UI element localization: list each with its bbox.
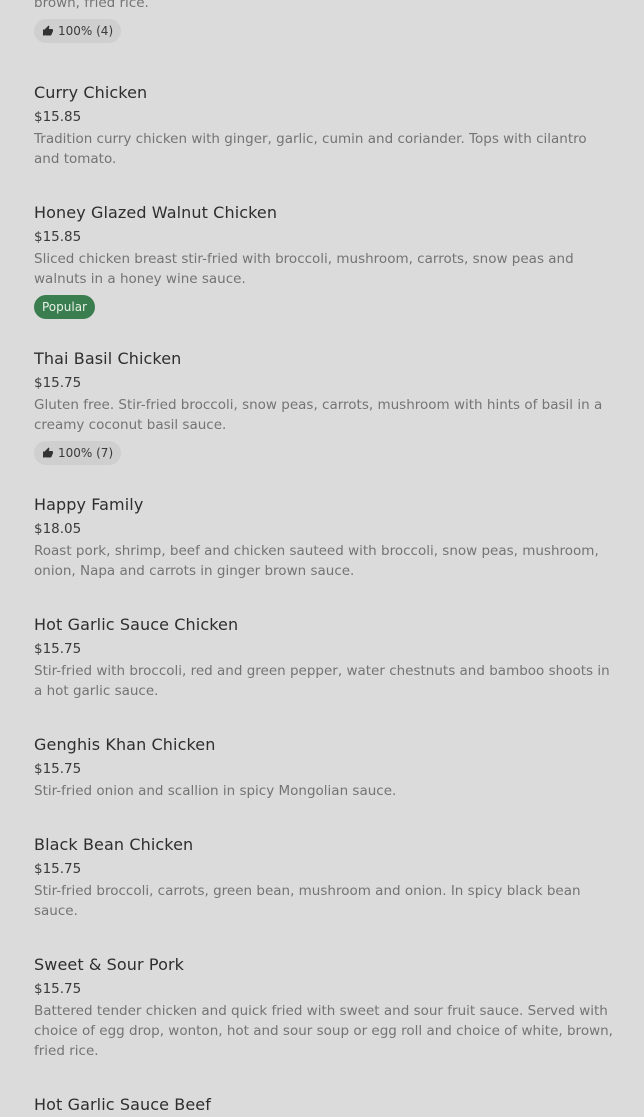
item-description: Stir-fried broccoli, carrots, green bean… [34, 883, 581, 919]
item-name: Thai Basil Chicken [34, 349, 182, 368]
menu-item[interactable]: Sweet & Sour Pork $15.75 Battered tender… [34, 953, 616, 1061]
item-price: $15.85 [34, 229, 82, 245]
item-price: $15.75 [34, 981, 82, 997]
menu-item[interactable]: Hot Garlic Sauce Chicken $15.75 Stir-fri… [34, 613, 616, 701]
menu-item[interactable]: Hot Garlic Sauce Beef [34, 1093, 616, 1117]
rating-badge: 100% (4) [34, 19, 122, 43]
item-price: $18.05 [34, 521, 82, 537]
item-description: Stir-fried onion and scallion in spicy M… [34, 783, 397, 799]
item-name: Sweet & Sour Pork [34, 955, 185, 974]
item-name: Curry Chicken [34, 83, 148, 102]
item-description: Roast pork, shrimp, beef and chicken sau… [34, 543, 599, 579]
rating-badge: 100% (7) [34, 441, 122, 465]
menu-item[interactable]: Honey Glazed Walnut Chicken $15.85 Slice… [34, 201, 616, 319]
item-description: brown, fried rice. [34, 0, 149, 11]
menu-item[interactable]: brown, fried rice. 100% (4) [34, 0, 616, 59]
menu-item[interactable]: Black Bean Chicken $15.75 Stir-fried bro… [34, 833, 616, 921]
rating-text: 100% (7) [58, 446, 114, 460]
item-description: Sliced chicken breast stir-fried with br… [34, 251, 574, 287]
menu-item[interactable]: Curry Chicken $15.85 Tradition curry chi… [34, 81, 616, 169]
item-price: $15.75 [34, 761, 82, 777]
menu-list: brown, fried rice. 100% (4) Curry Chicke… [34, 0, 616, 1117]
thumbs-up-icon [43, 447, 53, 458]
item-name: Honey Glazed Walnut Chicken [34, 203, 278, 222]
thumbs-up-icon [43, 25, 53, 36]
item-name: Happy Family [34, 495, 144, 514]
item-price: $15.85 [34, 109, 82, 125]
item-name: Hot Garlic Sauce Beef [34, 1095, 211, 1114]
menu-item[interactable]: Thai Basil Chicken $15.75 Gluten free. S… [34, 347, 616, 465]
popular-badge: Popular [34, 295, 95, 319]
item-description: Gluten free. Stir-fried broccoli, snow p… [34, 397, 603, 433]
item-name: Hot Garlic Sauce Chicken [34, 615, 239, 634]
item-description: Stir-fried with broccoli, red and green … [34, 663, 610, 699]
item-description: Battered tender chicken and quick fried … [34, 1003, 613, 1059]
item-description: Tradition curry chicken with ginger, gar… [34, 131, 587, 167]
item-name: Genghis Khan Chicken [34, 735, 216, 754]
item-price: $15.75 [34, 375, 82, 391]
item-price: $15.75 [34, 641, 82, 657]
menu-item[interactable]: Happy Family $18.05 Roast pork, shrimp, … [34, 493, 616, 581]
menu-item[interactable]: Genghis Khan Chicken $15.75 Stir-fried o… [34, 733, 616, 801]
item-name: Black Bean Chicken [34, 835, 194, 854]
rating-text: 100% (4) [58, 24, 114, 38]
item-price: $15.75 [34, 861, 82, 877]
